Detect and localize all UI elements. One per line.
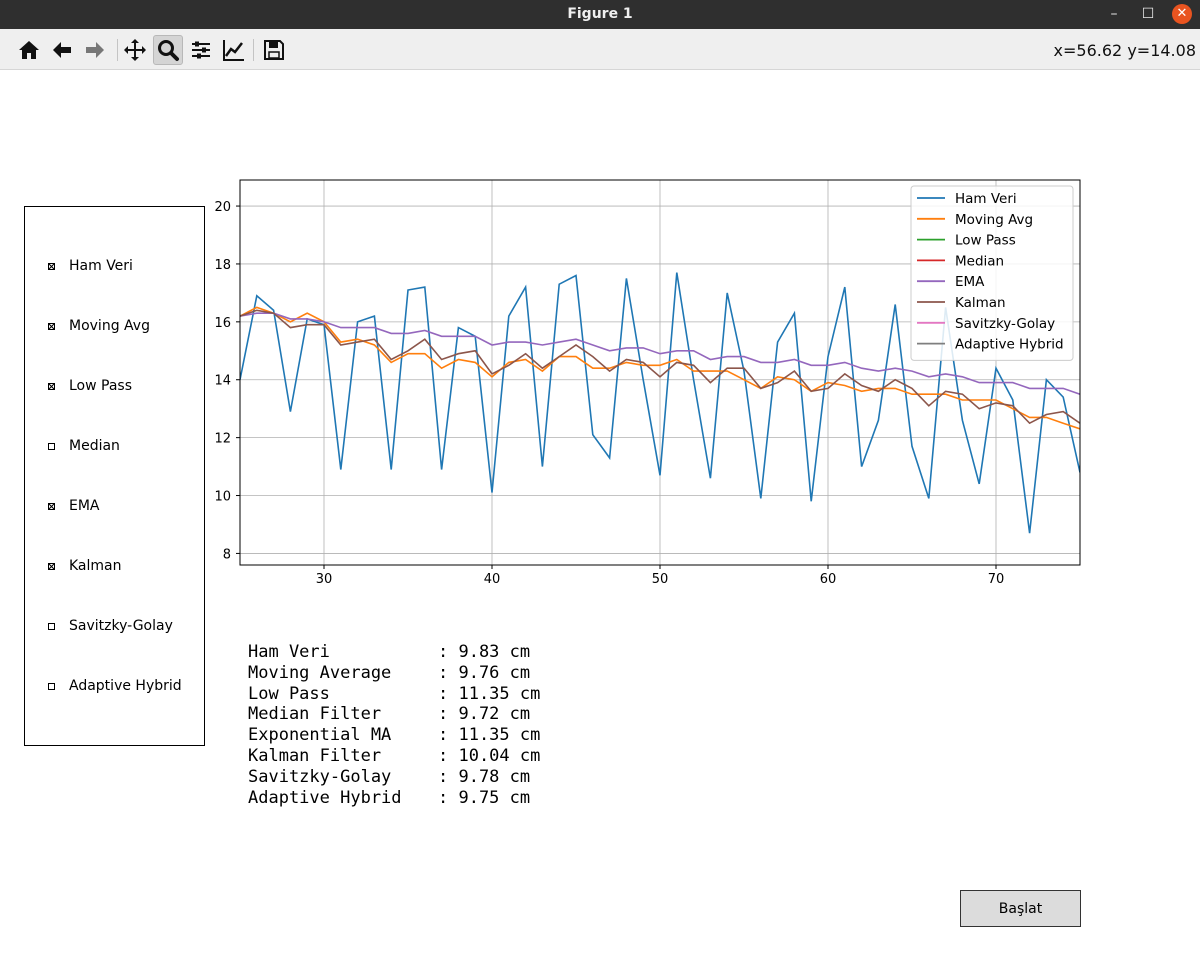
cursor-coordinates: x=56.62 y=14.08 [1053, 41, 1196, 60]
x-tick-label: 30 [316, 572, 333, 587]
stat-value: : 11.35 cm [438, 725, 541, 746]
home-button[interactable] [14, 35, 44, 65]
legend-label: Moving Avg [955, 212, 1033, 228]
legend-label: Median [955, 253, 1004, 269]
checkbox-label: Ham Veri [69, 258, 133, 274]
subplots-button[interactable] [186, 35, 216, 65]
pan-icon [124, 39, 146, 61]
minimize-button[interactable]: – [1104, 4, 1124, 24]
stat-value: : 9.83 cm [438, 642, 531, 662]
home-icon [19, 41, 39, 59]
checkbox-label: Adaptive Hybrid [69, 678, 182, 694]
toolbar-separator [117, 39, 118, 61]
legend-label: Savitzky-Golay [955, 316, 1055, 332]
save-button[interactable] [259, 35, 289, 65]
x-tick-label: 40 [484, 572, 501, 587]
checkbox-box[interactable] [48, 502, 55, 510]
stat-name: Ham Veri [248, 642, 330, 662]
stat-name: Savitzky-Golay [248, 766, 392, 787]
legend-label: Ham Veri [955, 191, 1017, 207]
stat-value: : 9.76 cm [438, 662, 531, 683]
checkbox-label: Low Pass [69, 378, 132, 394]
error-stats-text: Ham Veri : 9.83 cm Moving Average : 9.76 c… [248, 642, 540, 808]
checkbox-label: Savitzky-Golay [69, 618, 173, 634]
checkbox-box[interactable] [48, 262, 55, 270]
checkbox-box[interactable] [48, 322, 55, 330]
x-tick-label: 70 [988, 572, 1005, 587]
navigation-toolbar: x=56.62 y=14.08 [0, 29, 1200, 70]
stat-row: Median Filter : 9.72 cm [248, 704, 540, 725]
checkbox-box[interactable] [48, 382, 55, 390]
filter-comparison-chart[interactable]: 30 40 50 60 70 8 10 12 14 16 18 20 Ham Veri Moving Av… [200, 170, 1100, 600]
legend-label: EMA [955, 274, 985, 290]
stat-row: Exponential MA : 11.35 cm [248, 725, 540, 746]
forward-icon [86, 42, 104, 58]
checkbox-box[interactable] [48, 562, 55, 570]
stat-value: : 10.04 cm [438, 745, 541, 766]
stat-row: Adaptive Hybrid : 9.75 cm [248, 788, 540, 809]
save-icon [264, 40, 284, 60]
legend-label: Adaptive Hybrid [955, 337, 1064, 353]
line-chart-icon [223, 40, 244, 61]
chart-canvas[interactable]: 30 40 50 60 70 8 10 12 14 16 18 20 Ham Veri Moving Av… [200, 170, 1100, 600]
customize-button[interactable] [219, 35, 249, 65]
legend-label: Low Pass [955, 233, 1016, 249]
subplots-icon [192, 41, 210, 59]
checkbox-box[interactable] [48, 622, 55, 630]
checkbox-box[interactable] [48, 442, 55, 450]
window-title: Figure 1 [567, 6, 633, 22]
y-tick-label: 20 [214, 200, 231, 215]
checkbox-label: Kalman [69, 558, 122, 574]
figure-window: Figure 1 – ☐ ✕ x=56.62 y=14.08 Ham Veri … [0, 0, 1200, 970]
stat-row: Kalman Filter : 10.04 cm [248, 746, 540, 767]
close-button[interactable]: ✕ [1172, 4, 1192, 24]
y-tick-label: 10 [214, 490, 231, 505]
stat-row: Ham Veri : 9.83 cm [248, 642, 540, 663]
pan-button[interactable] [120, 35, 150, 65]
y-tick-label: 8 [223, 547, 231, 562]
stat-value: : 9.75 cm [438, 787, 531, 808]
stat-row: Low Pass : 11.35 cm [248, 684, 540, 705]
stat-name: Moving Average [248, 662, 392, 683]
stat-value: : 9.78 cm [438, 766, 531, 787]
zoom-icon [158, 40, 179, 61]
y-tick-label: 14 [214, 374, 231, 389]
x-tick-label: 50 [652, 572, 669, 587]
stat-name: Low Pass [248, 683, 330, 704]
stat-value: : 9.72 cm [438, 704, 531, 725]
stat-name: Kalman Filter [248, 745, 382, 766]
stat-value: : 11.35 cm [438, 683, 541, 704]
series-checkbox-panel: Ham Veri Moving Avg Low Pass Median EMA … [24, 206, 205, 746]
stat-name: Exponential MA [248, 725, 392, 746]
start-button[interactable]: Başlat [960, 890, 1081, 927]
toolbar-separator [253, 39, 254, 61]
checkbox-label: Moving Avg [69, 318, 150, 334]
y-tick-label: 16 [214, 316, 231, 331]
maximize-button[interactable]: ☐ [1138, 4, 1158, 24]
stat-row: Savitzky-Golay : 9.78 cm [248, 767, 540, 788]
back-button[interactable] [47, 35, 77, 65]
checkbox-label: EMA [69, 498, 100, 514]
back-icon [53, 42, 71, 58]
y-tick-label: 18 [214, 258, 231, 273]
zoom-button[interactable] [153, 35, 183, 65]
forward-button[interactable] [80, 35, 110, 65]
stat-name: Median Filter [248, 704, 382, 725]
checkbox-box[interactable] [48, 682, 55, 690]
stat-name: Adaptive Hybrid [248, 787, 402, 808]
title-bar: Figure 1 – ☐ ✕ [0, 0, 1200, 29]
stat-row: Moving Average : 9.76 cm [248, 663, 540, 684]
x-tick-label: 60 [820, 572, 837, 587]
legend-label: Kalman [955, 295, 1006, 311]
checkbox-label: Median [69, 438, 120, 454]
y-tick-label: 12 [214, 432, 231, 447]
